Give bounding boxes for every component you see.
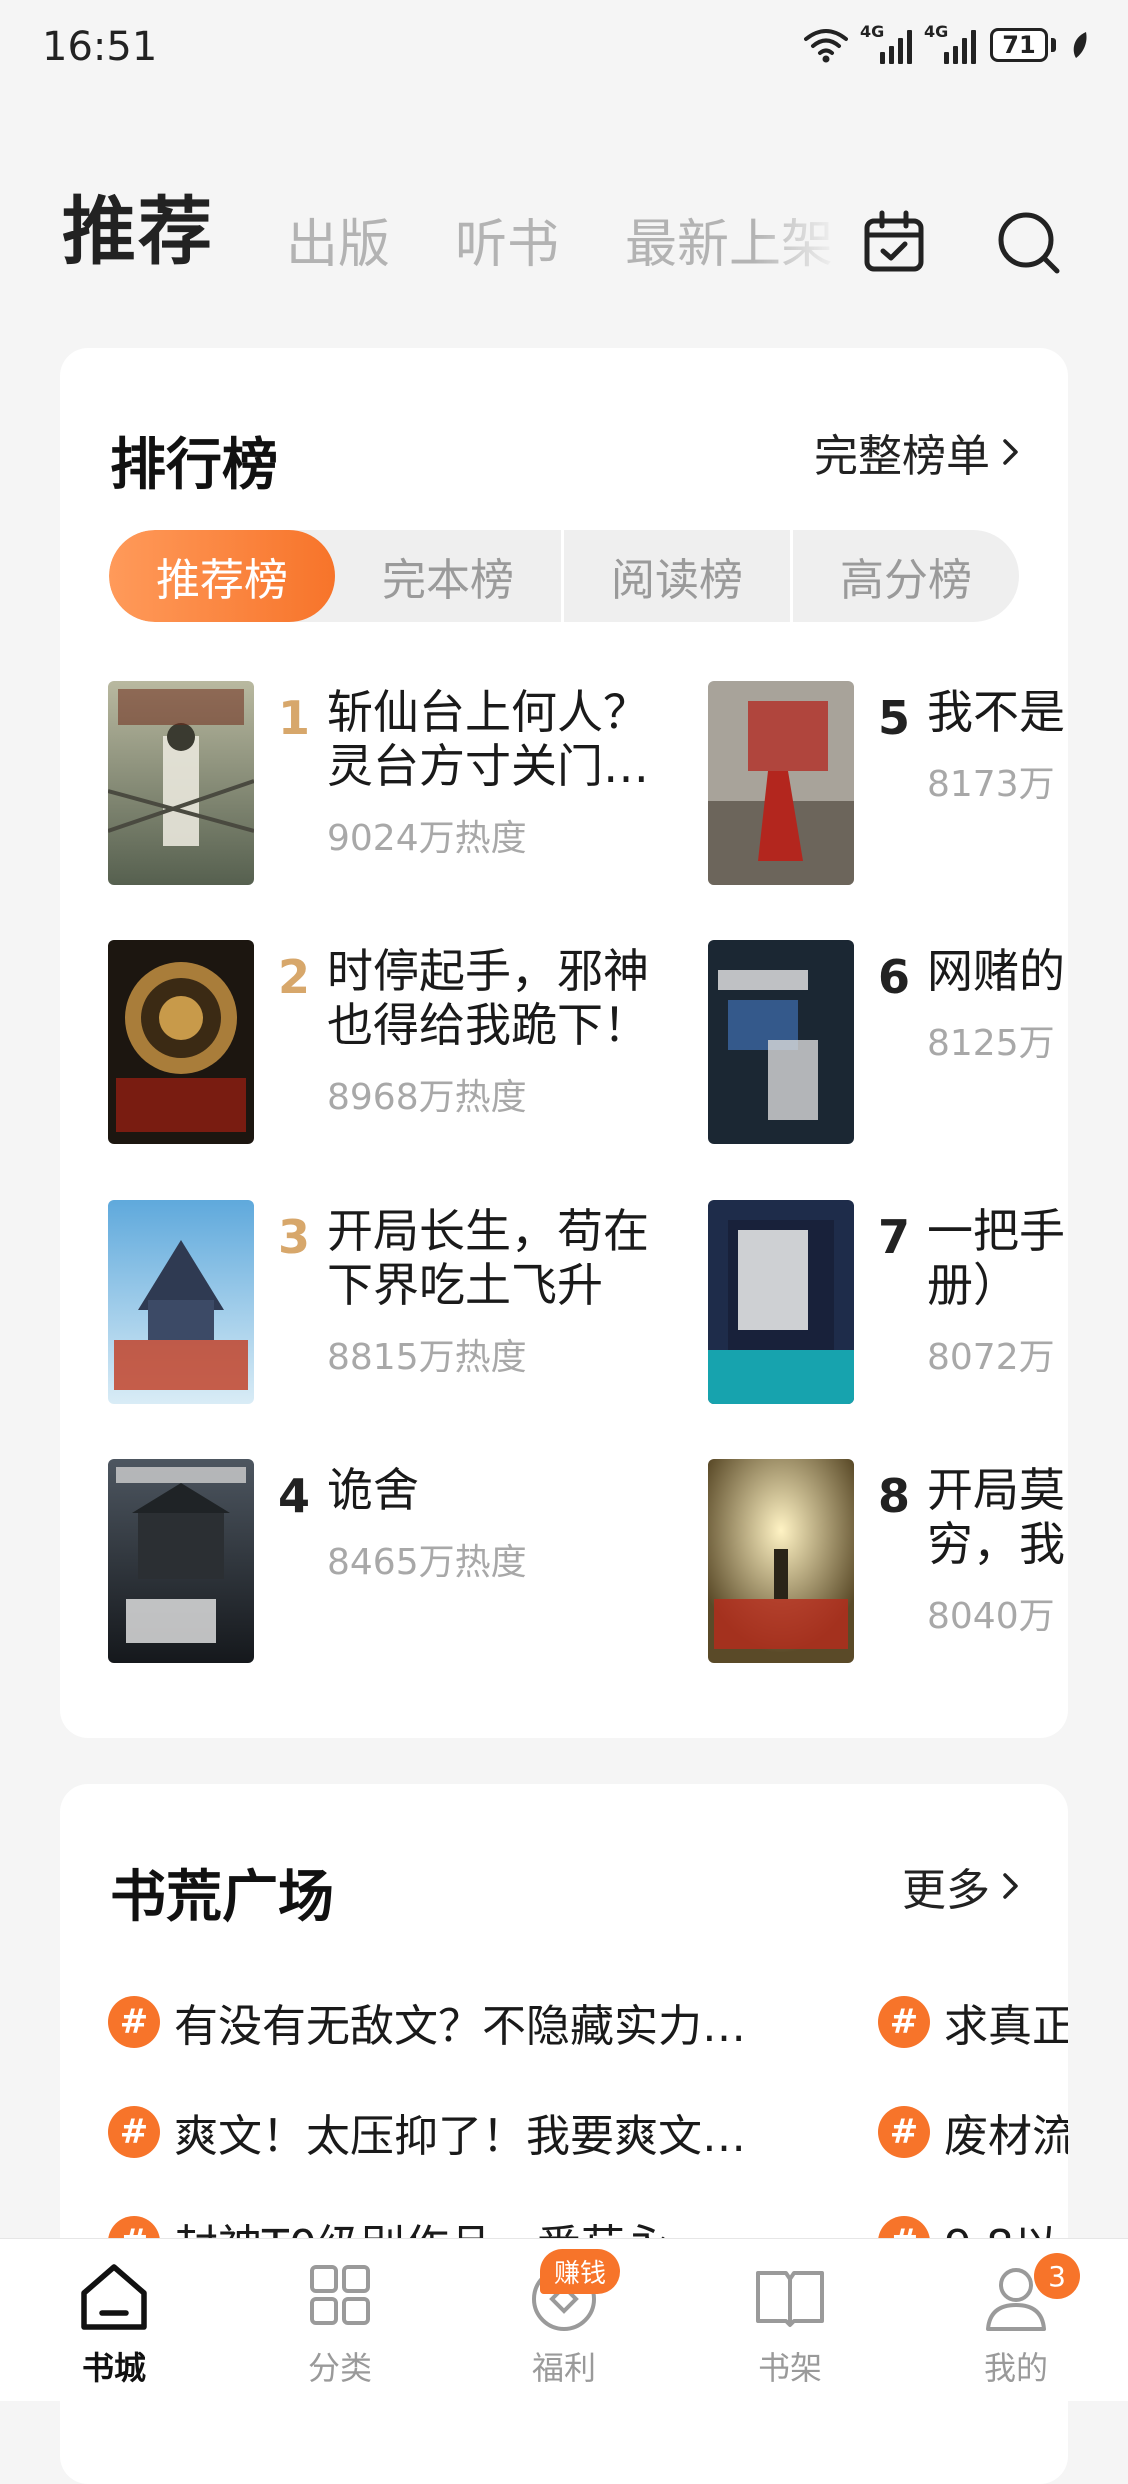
nav-label: 我的: [983, 2349, 1048, 2387]
rank-number: 6: [878, 950, 911, 1004]
book-open-icon: [756, 2271, 824, 2327]
topic-text: 爽文！太压抑了！我要爽文…: [174, 2111, 746, 2162]
signal-icon-2: 4G: [924, 22, 976, 64]
hashtag-icon: #: [108, 1996, 160, 2048]
tab-publish[interactable]: 出版: [286, 202, 390, 277]
hashtag-icon: #: [108, 2106, 160, 2158]
topic-text: 有没有无敌文？不隐藏实力…: [174, 2001, 746, 2052]
earn-badge: 赚钱: [540, 2249, 621, 2294]
ranking-tabs: 推荐榜 完本榜 阅读榜 高分榜: [109, 530, 1019, 622]
book-heat: 8040万: [927, 1596, 1055, 1637]
topic-item[interactable]: # 爽文！太压抑了！我要爽文…: [108, 2100, 746, 2164]
book-heat: 8968万热度: [327, 1077, 527, 1118]
book-cover: [708, 940, 854, 1144]
book-title: 时停起手，邪神也得给我跪下！: [327, 944, 649, 1052]
nav-category[interactable]: 分类: [260, 2259, 420, 2389]
hashtag-icon: #: [878, 2106, 930, 2158]
full-ranking-link[interactable]: 完整榜单: [814, 420, 1022, 484]
rank-number: 8: [878, 1469, 911, 1523]
topic-text: 求真正: [944, 2001, 1068, 2052]
book-cover: [708, 681, 854, 885]
nav-profile[interactable]: 3 我的: [936, 2253, 1096, 2389]
book-cover: [108, 940, 254, 1144]
book-item[interactable]: 6 网赌的 8125万: [708, 940, 1068, 1146]
book-item[interactable]: 4 诡舍 8465万热度: [108, 1459, 628, 1665]
nav-label: 书架: [757, 2349, 822, 2387]
ranking-title: 排行榜: [110, 433, 278, 498]
ranking-card: 排行榜 完整榜单 推荐榜 完本榜 阅读榜 高分榜 1 斩仙台上何人？灵台方寸关门…: [60, 348, 1068, 1738]
book-heat: 9024万热度: [327, 818, 527, 859]
signal-icon-1: 4G: [860, 22, 912, 64]
book-title: 我不是: [927, 685, 1065, 739]
ranking-tab-high-score[interactable]: 高分榜: [793, 530, 1019, 622]
ranking-tab-completed[interactable]: 完本榜: [335, 530, 564, 622]
search-icon[interactable]: [994, 208, 1062, 276]
book-title: 斩仙台上何人？灵台方寸关门…: [327, 685, 649, 793]
grid-icon: [310, 2265, 370, 2325]
calendar-check-icon[interactable]: [860, 208, 928, 276]
tab-audiobook[interactable]: 听书: [455, 202, 559, 277]
rank-number: 7: [878, 1210, 911, 1264]
book-item[interactable]: 1 斩仙台上何人？灵台方寸关门… 9024万热度: [108, 681, 649, 887]
status-icons: 4G 4G 71: [804, 22, 1090, 64]
book-cover: [108, 1459, 254, 1663]
ranking-tab-recommend[interactable]: 推荐榜: [109, 530, 335, 622]
rank-number: 3: [278, 1210, 311, 1264]
nav-welfare[interactable]: 赚钱 福利: [484, 2249, 644, 2389]
book-heat: 8072万: [927, 1337, 1055, 1378]
nav-bookshelf[interactable]: 书架: [710, 2259, 870, 2389]
book-cover: [708, 1200, 854, 1404]
status-bar: 16:51 4G 4G 71: [0, 0, 1128, 100]
book-heat: 8815万热度: [327, 1337, 527, 1378]
book-heat: 8465万热度: [327, 1542, 527, 1583]
nav-bookstore[interactable]: 书城: [34, 2259, 194, 2389]
chevron-right-icon: [1003, 439, 1018, 465]
book-item[interactable]: 5 我不是 8173万: [708, 681, 1068, 887]
book-item[interactable]: 3 开局长生，苟在下界吃土飞升 8815万热度: [108, 1200, 649, 1406]
topic-item[interactable]: # 废材流: [878, 2100, 1068, 2164]
status-time: 16:51: [42, 24, 158, 70]
nav-label: 分类: [307, 2349, 372, 2387]
rank-number: 2: [278, 950, 311, 1004]
topic-text: 废材流: [944, 2111, 1068, 2162]
book-title: 开局莫穷，我: [927, 1463, 1065, 1571]
book-heat: 8125万: [927, 1023, 1055, 1064]
book-cover: [708, 1459, 854, 1663]
rank-number: 1: [278, 691, 311, 745]
book-item[interactable]: 8 开局莫穷，我 8040万: [708, 1459, 1068, 1665]
book-title: 诡舍: [327, 1463, 419, 1517]
topic-item[interactable]: # 有没有无敌文？不隐藏实力…: [108, 1990, 746, 2054]
full-ranking-label: 完整榜单: [814, 431, 990, 482]
notification-count-badge: 3: [1034, 2253, 1080, 2299]
rank-number: 4: [278, 1469, 311, 1523]
nav-label: 书城: [81, 2349, 146, 2387]
ranking-tab-reading[interactable]: 阅读榜: [564, 530, 793, 622]
top-nav: 推荐 出版 听书 最新上架: [0, 160, 1128, 280]
topic-item[interactable]: # 求真正: [878, 1990, 1068, 2054]
nav-label: 福利: [531, 2349, 596, 2387]
plaza-more-link[interactable]: 更多: [902, 1854, 1022, 1918]
leaf-icon: [1073, 32, 1087, 58]
chevron-right-icon: [1003, 1873, 1018, 1899]
book-cover: [108, 1200, 254, 1404]
hashtag-icon: #: [878, 1996, 930, 2048]
book-item[interactable]: 7 一把手册） 8072万: [708, 1200, 1068, 1406]
book-cover: [108, 681, 254, 885]
plaza-title: 书荒广场: [110, 1865, 334, 1930]
tab-new-arrivals[interactable]: 最新上架: [625, 202, 840, 277]
home-icon: [81, 2264, 147, 2330]
book-title: 开局长生，苟在下界吃土飞升: [327, 1204, 649, 1312]
book-title: 网赌的: [927, 944, 1065, 998]
book-heat: 8173万: [927, 764, 1055, 805]
plaza-more-label: 更多: [902, 1865, 990, 1916]
bottom-nav: 书城 分类 赚钱 福利 书架 3 我的: [0, 2238, 1128, 2401]
tab-recommend[interactable]: 推荐: [62, 172, 214, 279]
rank-number: 5: [878, 691, 911, 745]
battery-icon: 71: [990, 28, 1056, 62]
book-item[interactable]: 2 时停起手，邪神也得给我跪下！ 8968万热度: [108, 940, 649, 1146]
wifi-icon: [804, 29, 848, 63]
book-title: 一把手册）: [927, 1204, 1065, 1312]
